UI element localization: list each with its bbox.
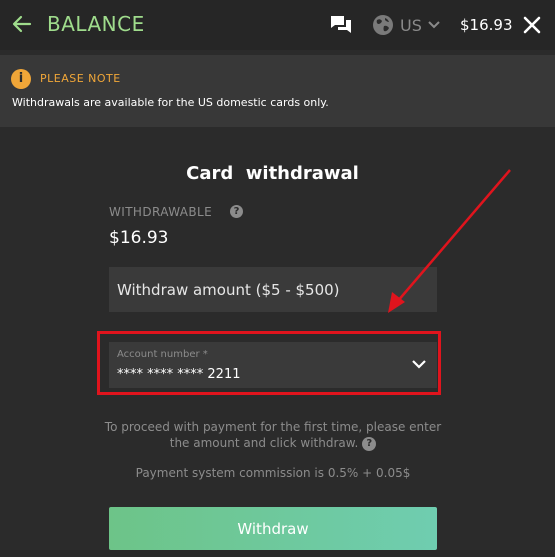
question-icon[interactable]: ? bbox=[362, 436, 377, 451]
withdraw-amount-input[interactable] bbox=[109, 267, 437, 312]
chevron-down-icon[interactable] bbox=[428, 20, 440, 30]
withdrawable-label: WITHDRAWABLE bbox=[109, 205, 213, 219]
chat-icon[interactable] bbox=[330, 14, 352, 36]
withdrawable-value: $16.93 bbox=[109, 228, 169, 248]
notice-title: PLEASE NOTE bbox=[40, 72, 121, 85]
question-icon[interactable]: ? bbox=[230, 205, 243, 218]
header-balance: $16.93 bbox=[460, 16, 513, 34]
first-payment-info-text: To proceed with payment for the first ti… bbox=[104, 420, 442, 450]
commission-text: Payment system commission is 0.5% + 0.05… bbox=[135, 466, 411, 480]
globe-icon[interactable] bbox=[372, 14, 394, 36]
notice-banner: i PLEASE NOTE Withdrawals are available … bbox=[0, 55, 555, 127]
notice-text: Withdrawals are available for the US dom… bbox=[12, 96, 329, 109]
withdraw-button[interactable]: Withdraw bbox=[109, 507, 437, 550]
info-icon: i bbox=[11, 69, 31, 89]
page-title: BALANCE bbox=[47, 12, 145, 36]
close-icon[interactable] bbox=[523, 16, 541, 34]
header-bar: BALANCE US $16.93 bbox=[0, 0, 555, 50]
annotation-highlight-box bbox=[97, 331, 441, 395]
region-selector[interactable]: US bbox=[400, 16, 422, 35]
first-payment-info: To proceed with payment for the first ti… bbox=[100, 419, 446, 451]
arrow-left-icon[interactable] bbox=[12, 14, 32, 34]
card-withdrawal-title: Card withdrawal bbox=[186, 163, 359, 184]
